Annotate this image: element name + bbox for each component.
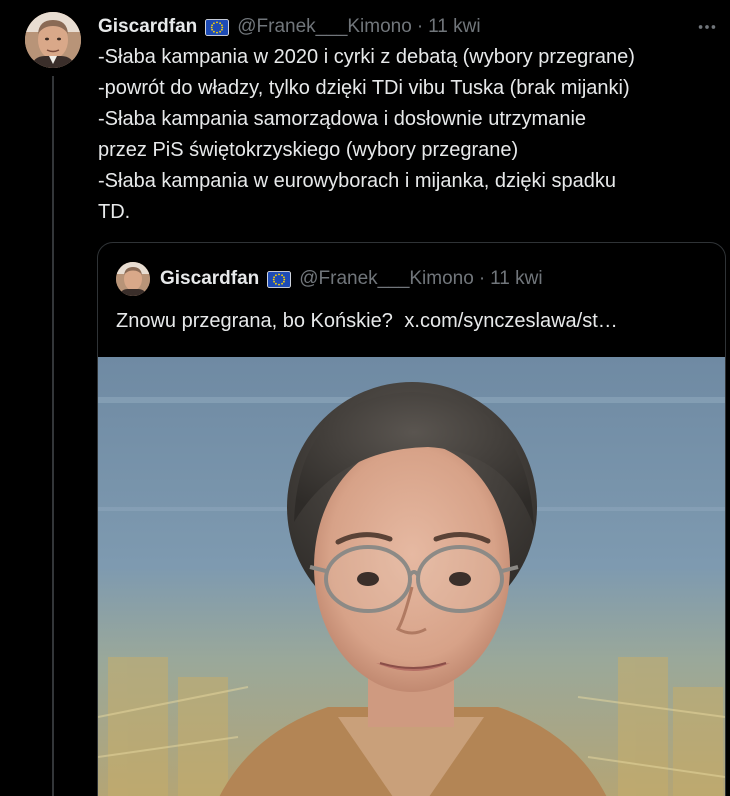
tweet-text-line: przez PiS świętokrzyskiego (wybory przeg… [98, 139, 519, 161]
tweet-header: Giscardfan @Franek___Kimono · 11 kwi [98, 14, 481, 40]
tweet[interactable]: Giscardfan @Franek___Kimono · 11 kwi -Sł… [0, 0, 730, 796]
quoted-tweet-header: Giscardfan @Franek___Kimono · 11 kwi [116, 261, 543, 297]
quoted-link[interactable]: x.com/synczeslawa/st… [404, 310, 617, 332]
tweet-text-line: -powrót do władzy, tylko dzięki TDi vibu… [98, 77, 630, 99]
photo-woman-glasses [98, 357, 725, 796]
tweet-text-line: -Słaba kampania w 2020 i cyrki z debatą … [98, 46, 635, 68]
tweet-text-line: -Słaba kampania samorządowa i dosłownie … [98, 108, 587, 130]
quoted-tweet-text: Znowu przegrana, bo Końskie? x.com/syncz… [116, 307, 618, 335]
thread-line [52, 76, 54, 796]
author-name[interactable]: Giscardfan [98, 16, 197, 38]
quoted-text: Znowu przegrana, bo Końskie? [116, 310, 393, 332]
quoted-timestamp: 11 kwi [490, 268, 543, 289]
quoted-media-image[interactable] [98, 357, 725, 796]
avatar[interactable] [25, 12, 81, 68]
eu-flag-icon [205, 18, 230, 36]
eu-flag-icon [267, 270, 292, 288]
quoted-author-name: Giscardfan [160, 268, 260, 289]
separator-dot: · [478, 268, 486, 289]
more-dots-icon[interactable] [694, 14, 720, 40]
timestamp[interactable]: 11 kwi [428, 16, 480, 38]
tweet-text-line: -Słaba kampania w eurowyborach i mijanka… [98, 170, 617, 192]
author-handle[interactable]: @Franek___Kimono [237, 16, 412, 38]
quoted-avatar [116, 262, 150, 296]
avatar-photo [25, 12, 81, 68]
quoted-tweet[interactable]: Giscardfan @Franek___Kimono · 11 kwi Zno… [97, 242, 726, 796]
tweet-text: -Słaba kampania w 2020 i cyrki z debatą … [98, 42, 728, 228]
separator-dot: · [416, 16, 424, 37]
quoted-author-handle: @Franek___Kimono [299, 268, 474, 289]
tweet-text-line: TD. [98, 201, 131, 223]
